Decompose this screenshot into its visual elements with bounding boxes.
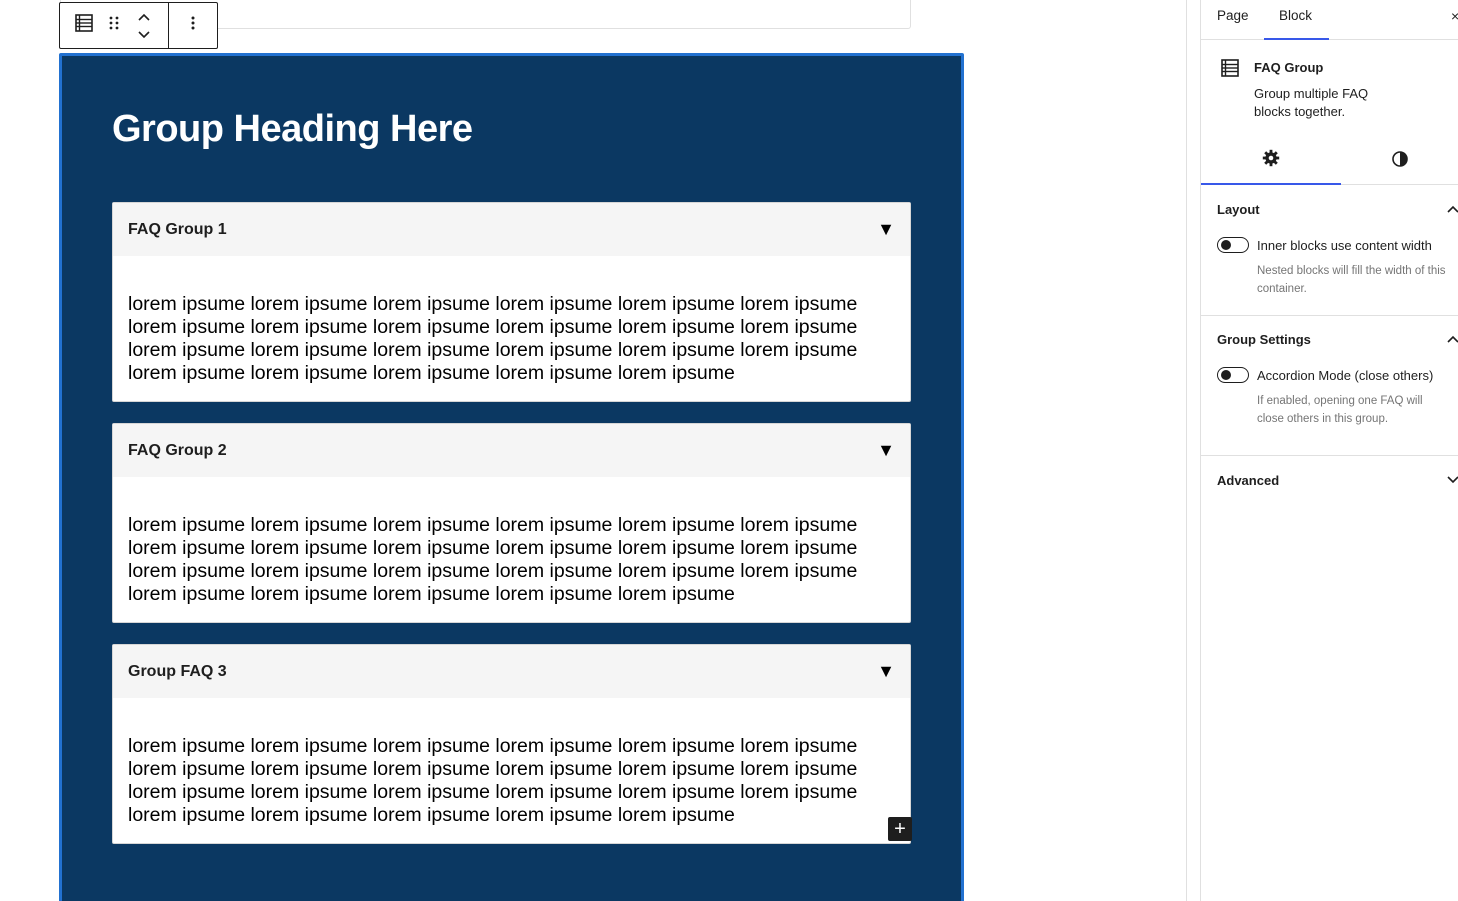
faq-header[interactable]: FAQ Group 2 ▼ [113, 424, 910, 477]
toolbar-main-group [60, 3, 169, 48]
canvas-divider [1186, 0, 1187, 901]
add-block-button[interactable]: + [888, 817, 912, 841]
faq-toggle-icon[interactable]: ▼ [877, 440, 895, 461]
layout-panel-toggle[interactable]: Layout [1201, 186, 1458, 232]
contrast-icon [1391, 150, 1409, 173]
group-settings-panel: Group Settings Accordion Mode (close oth… [1201, 316, 1458, 456]
chevron-down-icon [138, 30, 150, 38]
block-mover [129, 9, 159, 43]
faq-item[interactable]: Group FAQ 3 ▼ lorem ipsume lorem ipsume … [112, 644, 911, 844]
close-sidebar-icon[interactable]: × [1451, 8, 1458, 24]
tab-page[interactable]: Page [1217, 8, 1249, 23]
content-width-row: Inner blocks use content width [1201, 232, 1458, 258]
block-card-title: FAQ Group [1254, 60, 1324, 75]
faq-header[interactable]: Group FAQ 3 ▼ [113, 645, 910, 698]
chevron-up-icon [1446, 332, 1458, 347]
more-options-button[interactable] [169, 3, 217, 48]
active-tab-indicator [1264, 38, 1329, 40]
tab-block[interactable]: Block [1279, 8, 1312, 23]
advanced-panel-title: Advanced [1217, 472, 1280, 488]
drag-handle-icon [108, 15, 120, 36]
move-up-button[interactable] [137, 9, 151, 25]
previous-paragraph-text: asdfasdfasdfasdfasdfasdfasdf [277, 0, 489, 3]
tab-settings[interactable] [1201, 138, 1341, 185]
accordion-mode-label: Accordion Mode (close others) [1257, 367, 1434, 383]
advanced-panel-toggle[interactable]: Advanced [1201, 457, 1458, 503]
block-type-button[interactable] [69, 3, 99, 48]
content-width-toggle[interactable] [1217, 237, 1249, 253]
inspector-subtabs [1201, 138, 1458, 185]
group-settings-panel-toggle[interactable]: Group Settings [1201, 316, 1458, 362]
chevron-up-icon [138, 13, 150, 21]
layout-panel: Layout Inner blocks use content width Ne… [1201, 186, 1458, 316]
layout-panel-title: Layout [1217, 201, 1260, 217]
faq-item[interactable]: FAQ Group 1 ▼ lorem ipsume lorem ipsume … [112, 202, 911, 402]
faq-header[interactable]: FAQ Group 1 ▼ [113, 203, 910, 256]
tab-styles[interactable] [1341, 138, 1458, 185]
accordion-mode-help: If enabled, opening one FAQ will close o… [1257, 395, 1423, 425]
faq-title[interactable]: FAQ Group 1 [128, 221, 227, 239]
group-heading[interactable]: Group Heading Here [112, 108, 473, 151]
advanced-panel: Advanced [1201, 457, 1458, 503]
faq-answer[interactable]: lorem ipsume lorem ipsume lorem ipsume l… [113, 477, 883, 622]
faq-title[interactable]: Group FAQ 3 [128, 663, 227, 681]
content-width-label: Inner blocks use content width [1257, 237, 1432, 253]
content-width-help: Nested blocks will fill the width of thi… [1257, 265, 1446, 295]
accordion-mode-row: Accordion Mode (close others) [1201, 362, 1458, 388]
sidebar-tabs: Page Block × [1201, 0, 1458, 40]
faq-group-block[interactable]: Group Heading Here FAQ Group 1 ▼ lorem i… [59, 53, 964, 901]
list-view-icon [74, 13, 94, 38]
chevron-up-icon [1446, 202, 1458, 217]
more-options-icon [190, 15, 196, 36]
gear-icon [1262, 149, 1280, 172]
block-card-description: Group multiple FAQ blocks together. [1254, 86, 1369, 119]
faq-item[interactable]: FAQ Group 2 ▼ lorem ipsume lorem ipsume … [112, 423, 911, 623]
faq-toggle-icon[interactable]: ▼ [877, 661, 895, 682]
move-down-button[interactable] [137, 27, 151, 43]
chevron-down-icon [1446, 473, 1458, 488]
editor-canvas: asdfasdfasdfasdfasdfasdfasdf Group Headi… [0, 0, 1186, 901]
faq-group-block-icon [1220, 58, 1240, 83]
faq-title[interactable]: FAQ Group 2 [128, 442, 227, 460]
settings-sidebar: Page Block × FAQ Group Group multiple FA… [1200, 0, 1458, 901]
faq-answer[interactable]: lorem ipsume lorem ipsume lorem ipsume l… [113, 698, 883, 843]
drag-button[interactable] [99, 3, 129, 48]
accordion-mode-toggle[interactable] [1217, 367, 1249, 383]
block-toolbar [59, 2, 218, 49]
group-settings-panel-title: Group Settings [1217, 331, 1311, 347]
faq-toggle-icon[interactable]: ▼ [877, 219, 895, 240]
faq-answer[interactable]: lorem ipsume lorem ipsume lorem ipsume l… [113, 256, 883, 401]
